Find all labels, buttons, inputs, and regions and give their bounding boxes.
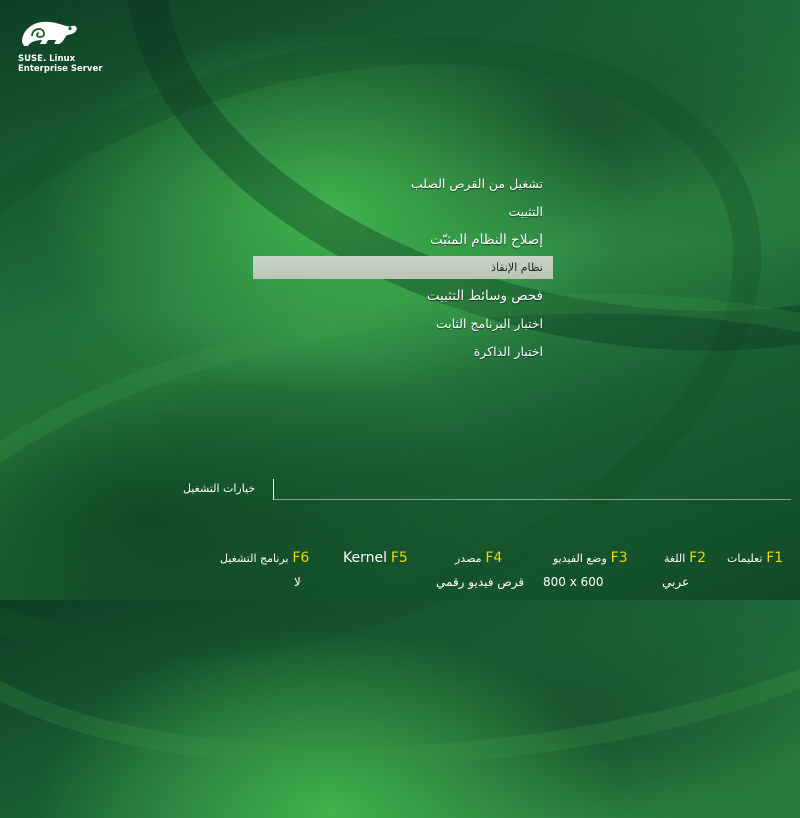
fkey-kernel-label: Kernel <box>343 550 387 566</box>
fkey-driver[interactable]: برنامج التشغيل F6 <box>220 550 309 566</box>
fkey-video-mode-label: وضع الفيديو <box>553 552 607 565</box>
menu-item-boot-hard-disk[interactable]: تشغيل من القرص الصلب <box>253 170 553 198</box>
fkey-driver-key: F6 <box>292 550 310 566</box>
fkey-language-value: عربي <box>662 575 690 589</box>
boot-options-input[interactable] <box>273 479 791 500</box>
fkey-source-value: قرص فيديو رقمي <box>436 575 525 589</box>
background-swoosh <box>0 0 800 770</box>
fkey-driver-label: برنامج التشغيل <box>220 552 289 565</box>
brand-product: Enterprise Server <box>18 64 103 74</box>
fkey-language-key: F2 <box>689 550 707 566</box>
fkey-language[interactable]: اللغة F2 <box>664 550 706 566</box>
fkey-help-label: تعليمات <box>727 552 763 565</box>
menu-item-memory-test[interactable]: اختبار الذاكرة <box>253 338 553 366</box>
boot-options: خيارات التشغيل <box>183 478 791 502</box>
fkey-language-label: اللغة <box>664 552 686 565</box>
boot-options-label: خيارات التشغيل <box>183 482 256 495</box>
fkey-video-mode-value: 800 x 600 <box>543 575 604 589</box>
boot-menu: تشغيل من القرص الصلب التثبيت إصلاح النظا… <box>253 170 553 366</box>
menu-item-firmware-test[interactable]: اختبار البرنامج الثابت <box>253 310 553 338</box>
menu-item-check-media[interactable]: فحص وسائط التثبيت <box>253 282 553 310</box>
fkey-source[interactable]: مصدر F4 <box>455 550 502 566</box>
menu-item-installation[interactable]: التثبيت <box>253 198 553 226</box>
function-key-bar: تعليمات F1 اللغة F2 وضع الفيديو F3 مصدر … <box>0 550 800 600</box>
fkey-video-mode[interactable]: وضع الفيديو F3 <box>553 550 628 566</box>
fkey-source-key: F4 <box>485 550 503 566</box>
chameleon-icon <box>22 21 77 46</box>
fkey-kernel-key: F5 <box>390 550 408 566</box>
menu-item-repair-system[interactable]: إصلاح النظام المثبّت <box>253 226 553 254</box>
fkey-driver-value: لا <box>294 575 301 589</box>
menu-item-rescue-system[interactable]: نظام الإنقاذ <box>253 256 553 279</box>
fkey-kernel[interactable]: Kernel F5 <box>343 550 408 566</box>
fkey-help[interactable]: تعليمات F1 <box>727 550 783 566</box>
brand-name: SUSE. Linux <box>18 54 76 64</box>
fkey-video-mode-key: F3 <box>610 550 628 566</box>
fkey-help-key: F1 <box>766 550 784 566</box>
fkey-source-label: مصدر <box>455 552 482 565</box>
suse-logo: SUSE. Linux Enterprise Server <box>18 16 102 74</box>
